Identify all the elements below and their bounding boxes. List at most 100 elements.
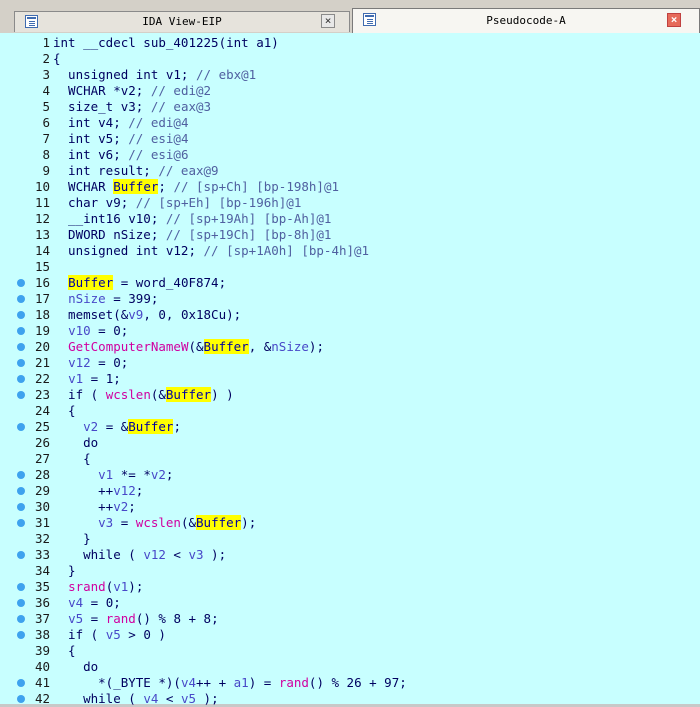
code-line[interactable]: 17 nSize = 399; — [0, 291, 700, 307]
function-call[interactable]: srand — [68, 579, 106, 594]
code-text[interactable]: ++v2; — [53, 499, 136, 515]
code-text[interactable]: ++v12; — [53, 483, 143, 499]
code-text[interactable]: } — [53, 531, 91, 547]
code-line[interactable]: 1 int __cdecl sub_401225(int a1) — [0, 35, 700, 51]
local-variable[interactable]: v5 — [106, 627, 121, 642]
code-line[interactable]: 15 — [0, 259, 700, 275]
code-line[interactable]: 11 char v9; // [sp+Eh] [bp-196h]@1 — [0, 195, 700, 211]
breakpoint-dot-icon[interactable] — [17, 631, 25, 639]
breakpoint-dot-icon[interactable] — [17, 359, 25, 367]
close-tab-button[interactable]: × — [321, 14, 335, 28]
code-line[interactable]: 39 { — [0, 643, 700, 659]
function-call[interactable]: wcslen — [106, 387, 151, 402]
code-text[interactable]: { — [53, 403, 76, 419]
code-text[interactable]: v5 = rand() % 8 + 8; — [53, 611, 219, 627]
breakpoint-dot-icon[interactable] — [17, 343, 25, 351]
local-variable[interactable]: v4 — [181, 675, 196, 690]
code-line[interactable]: 25 v2 = &Buffer; — [0, 419, 700, 435]
code-text[interactable]: { — [53, 643, 76, 659]
local-variable[interactable]: v10 — [68, 323, 91, 338]
code-text[interactable]: int __cdecl sub_401225(int a1) — [53, 35, 279, 51]
local-variable[interactable]: v2 — [83, 419, 98, 434]
code-text[interactable]: WCHAR Buffer; // [sp+Ch] [bp-198h]@1 — [53, 179, 339, 195]
code-line[interactable]: 9 int result; // eax@9 — [0, 163, 700, 179]
breakpoint-dot-icon[interactable] — [17, 487, 25, 495]
code-text[interactable]: while ( v4 < v5 ); — [53, 691, 219, 707]
code-line[interactable]: 18 memset(&v9, 0, 0x18Cu); — [0, 307, 700, 323]
code-text[interactable]: *(_BYTE *)(v4++ + a1) = rand() % 26 + 97… — [53, 675, 407, 691]
code-line[interactable]: 8 int v6; // esi@6 — [0, 147, 700, 163]
code-text[interactable]: int v5; // esi@4 — [53, 131, 188, 147]
local-variable[interactable]: v2 — [151, 467, 166, 482]
code-text[interactable]: __int16 v10; // [sp+19Ah] [bp-Ah]@1 — [53, 211, 331, 227]
code-text[interactable]: int result; // eax@9 — [53, 163, 219, 179]
code-line[interactable]: 22 v1 = 1; — [0, 371, 700, 387]
local-variable[interactable]: nSize — [68, 291, 106, 306]
code-text[interactable]: size_t v3; // eax@3 — [53, 99, 211, 115]
code-line[interactable]: 36 v4 = 0; — [0, 595, 700, 611]
code-line[interactable]: 4 WCHAR *v2; // edi@2 — [0, 83, 700, 99]
code-text[interactable]: v4 = 0; — [53, 595, 121, 611]
local-variable[interactable]: v12 — [68, 355, 91, 370]
code-text[interactable]: Buffer = word_40F874; — [53, 275, 226, 291]
code-line[interactable]: 35 srand(v1); — [0, 579, 700, 595]
breakpoint-dot-icon[interactable] — [17, 503, 25, 511]
highlighted-identifier[interactable]: Buffer — [128, 419, 174, 434]
code-text[interactable]: nSize = 399; — [53, 291, 158, 307]
code-text[interactable]: v12 = 0; — [53, 355, 128, 371]
function-call[interactable]: wcslen — [136, 515, 181, 530]
breakpoint-dot-icon[interactable] — [17, 327, 25, 335]
code-text[interactable]: v1 *= *v2; — [53, 467, 173, 483]
code-text[interactable]: v3 = wcslen(&Buffer); — [53, 515, 256, 531]
code-line[interactable]: 38 if ( v5 > 0 ) — [0, 627, 700, 643]
highlighted-identifier[interactable]: Buffer — [203, 339, 249, 354]
code-text[interactable]: do — [53, 435, 98, 451]
code-line[interactable]: 34 } — [0, 563, 700, 579]
code-text[interactable]: v2 = &Buffer; — [53, 419, 181, 435]
breakpoint-dot-icon[interactable] — [17, 279, 25, 287]
highlighted-identifier[interactable]: Buffer — [68, 275, 114, 290]
local-variable[interactable]: v1 — [113, 579, 128, 594]
code-text[interactable]: int v6; // esi@6 — [53, 147, 188, 163]
local-variable[interactable]: v1 — [98, 467, 113, 482]
code-text[interactable]: } — [53, 563, 76, 579]
code-text[interactable]: v10 = 0; — [53, 323, 128, 339]
local-variable[interactable]: v3 — [188, 547, 203, 562]
breakpoint-dot-icon[interactable] — [17, 311, 25, 319]
code-line[interactable]: 12 __int16 v10; // [sp+19Ah] [bp-Ah]@1 — [0, 211, 700, 227]
code-text[interactable]: { — [53, 51, 61, 67]
local-variable[interactable]: v12 — [143, 547, 166, 562]
breakpoint-dot-icon[interactable] — [17, 375, 25, 383]
code-text[interactable]: v1 = 1; — [53, 371, 121, 387]
local-variable[interactable]: v2 — [113, 499, 128, 514]
code-line[interactable]: 28 v1 *= *v2; — [0, 467, 700, 483]
code-line[interactable]: 31 v3 = wcslen(&Buffer); — [0, 515, 700, 531]
highlighted-identifier[interactable]: Buffer — [196, 515, 242, 530]
code-line[interactable]: 20 GetComputerNameW(&Buffer, &nSize); — [0, 339, 700, 355]
function-call[interactable]: GetComputerNameW — [68, 339, 188, 354]
code-line[interactable]: 10 WCHAR Buffer; // [sp+Ch] [bp-198h]@1 — [0, 179, 700, 195]
breakpoint-dot-icon[interactable] — [17, 599, 25, 607]
code-text[interactable]: GetComputerNameW(&Buffer, &nSize); — [53, 339, 324, 355]
code-text[interactable]: unsigned int v12; // [sp+1A0h] [bp-4h]@1 — [53, 243, 369, 259]
breakpoint-dot-icon[interactable] — [17, 391, 25, 399]
breakpoint-dot-icon[interactable] — [17, 423, 25, 431]
code-text[interactable]: if ( v5 > 0 ) — [53, 627, 166, 643]
local-variable[interactable]: v1 — [68, 371, 83, 386]
highlighted-identifier[interactable]: Buffer — [113, 179, 159, 194]
pseudocode-editor[interactable]: 1 int __cdecl sub_401225(int a1) 2{3 unsig… — [0, 33, 700, 707]
code-line[interactable]: 19 v10 = 0; — [0, 323, 700, 339]
code-line[interactable]: 30 ++v2; — [0, 499, 700, 515]
code-line[interactable]: 7 int v5; // esi@4 — [0, 131, 700, 147]
code-line[interactable]: 24 { — [0, 403, 700, 419]
breakpoint-dot-icon[interactable] — [17, 519, 25, 527]
code-text[interactable]: if ( wcslen(&Buffer) ) — [53, 387, 234, 403]
code-line[interactable]: 23 if ( wcslen(&Buffer) ) — [0, 387, 700, 403]
code-line[interactable]: 27 { — [0, 451, 700, 467]
code-line[interactable]: 3 unsigned int v1; // ebx@1 — [0, 67, 700, 83]
code-text[interactable]: WCHAR *v2; // edi@2 — [53, 83, 211, 99]
code-line[interactable]: 13 DWORD nSize; // [sp+19Ch] [bp-8h]@1 — [0, 227, 700, 243]
code-text[interactable]: int v4; // edi@4 — [53, 115, 188, 131]
local-variable[interactable]: v5 — [68, 611, 83, 626]
breakpoint-dot-icon[interactable] — [17, 551, 25, 559]
